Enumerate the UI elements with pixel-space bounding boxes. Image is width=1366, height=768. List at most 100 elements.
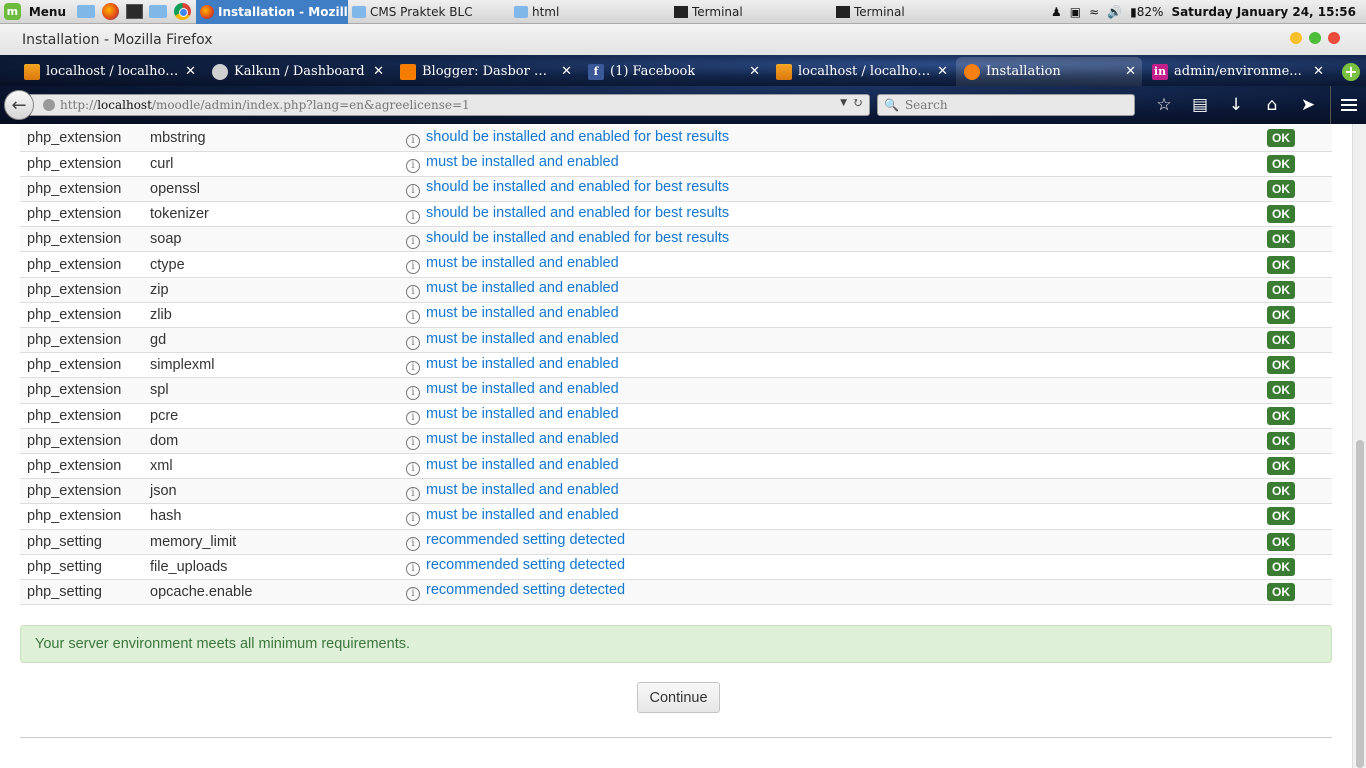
tab-phpmyadmin-1[interactable]: localhost / localhos... ✕ [16, 57, 202, 86]
check-message[interactable]: recommended setting detected [426, 532, 625, 548]
download-icon[interactable]: ↓ [1218, 94, 1254, 116]
status-badge: OK [1267, 406, 1295, 425]
close-tab-icon[interactable]: ✕ [185, 64, 196, 79]
info-icon[interactable]: i [406, 209, 420, 224]
battery-indicator[interactable]: ▮82% [1130, 5, 1163, 19]
files-launcher[interactable] [76, 3, 96, 21]
scrollbar-thumb[interactable] [1356, 440, 1364, 768]
check-message[interactable]: must be installed and enabled [426, 331, 619, 347]
info-icon[interactable]: i [406, 436, 420, 451]
clock[interactable]: Saturday January 24, 15:56 [1171, 5, 1356, 19]
check-message[interactable]: must be installed and enabled [426, 431, 619, 447]
network-manager-icon[interactable]: ▣ [1070, 5, 1081, 19]
check-name: memory_limit [150, 533, 237, 550]
check-name: opcache.enable [150, 583, 253, 600]
check-message[interactable]: should be installed and enabled for best… [426, 230, 729, 246]
tab-label: (1) Facebook [610, 64, 696, 79]
tab-installation[interactable]: Installation ✕ [956, 57, 1142, 86]
site-identity-icon[interactable] [43, 99, 55, 111]
info-icon[interactable]: i [406, 285, 420, 300]
minimize-button[interactable] [1290, 32, 1302, 44]
window-button-html[interactable]: html [510, 0, 670, 24]
search-bar[interactable]: 🔍 Search [877, 94, 1135, 116]
check-message[interactable]: must be installed and enabled [426, 406, 619, 422]
info-icon[interactable]: i [406, 562, 420, 577]
volume-icon[interactable]: 🔊 [1107, 5, 1122, 19]
info-icon[interactable]: i [406, 360, 420, 375]
reading-list-icon[interactable]: ▤ [1182, 94, 1218, 116]
check-type: php_extension [27, 231, 122, 248]
info-icon[interactable]: i [406, 159, 420, 174]
check-message[interactable]: must be installed and enabled [426, 305, 619, 321]
close-tab-icon[interactable]: ✕ [1125, 64, 1136, 79]
new-tab-button[interactable]: + [1342, 63, 1360, 81]
check-message[interactable]: must be installed and enabled [426, 507, 619, 523]
status-badge: OK [1267, 431, 1295, 450]
terminal-launcher[interactable] [124, 3, 144, 21]
check-message[interactable]: must be installed and enabled [426, 356, 619, 372]
info-icon[interactable]: i [406, 234, 420, 249]
check-message[interactable]: must be installed and enabled [426, 482, 619, 498]
tab-admin-environment[interactable]: in admin/environme... ✕ [1144, 57, 1330, 86]
close-tab-icon[interactable]: ✕ [561, 64, 572, 79]
check-message[interactable]: must be installed and enabled [426, 457, 619, 473]
table-row: php_extension ctype i must be installed and… [20, 252, 1332, 278]
tab-blogger[interactable]: Blogger: Dasbor Bl... ✕ [392, 57, 578, 86]
check-message-cell: i recommended setting detected [399, 554, 1260, 579]
user-icon[interactable]: ♟ [1051, 5, 1062, 19]
firefox-launcher[interactable] [100, 3, 120, 21]
info-icon[interactable]: i [406, 260, 420, 275]
info-icon[interactable]: i [406, 385, 420, 400]
check-message[interactable]: should be installed and enabled for best… [426, 205, 729, 221]
check-message[interactable]: must be installed and enabled [426, 154, 619, 170]
home-folder-launcher[interactable] [148, 3, 168, 21]
close-tab-icon[interactable]: ✕ [1313, 64, 1324, 79]
info-icon[interactable]: i [406, 411, 420, 426]
check-message[interactable]: should be installed and enabled for best… [426, 129, 729, 145]
info-icon[interactable]: i [406, 184, 420, 199]
continue-button[interactable]: Continue [637, 682, 720, 713]
check-message[interactable]: recommended setting detected [426, 582, 625, 598]
status-badge: OK [1267, 482, 1295, 501]
menu-hamburger-icon[interactable] [1330, 86, 1366, 124]
send-icon[interactable]: ➤ [1290, 94, 1326, 116]
info-icon[interactable]: i [406, 486, 420, 501]
url-bar[interactable]: http://localhost/moodle/admin/index.php?… [30, 94, 870, 116]
url-history-dropdown-icon[interactable]: ▼ [840, 98, 847, 108]
home-icon[interactable]: ⌂ [1254, 94, 1290, 116]
tab-facebook[interactable]: f (1) Facebook ✕ [580, 57, 766, 86]
close-window-button[interactable] [1328, 32, 1340, 44]
info-icon[interactable]: i [406, 335, 420, 350]
tab-phpmyadmin-2[interactable]: localhost / localhos... ✕ [768, 57, 954, 86]
check-message[interactable]: should be installed and enabled for best… [426, 179, 729, 195]
back-button[interactable]: ← [4, 90, 34, 120]
info-icon[interactable]: i [406, 310, 420, 325]
bookmark-star-icon[interactable]: ☆ [1146, 94, 1182, 116]
check-message[interactable]: must be installed and enabled [426, 280, 619, 296]
page-scrollbar[interactable] [1352, 124, 1366, 768]
chrome-launcher[interactable] [172, 3, 192, 21]
window-button-cms-praktek[interactable]: CMS Praktek BLC [348, 0, 510, 24]
close-tab-icon[interactable]: ✕ [749, 64, 760, 79]
info-icon[interactable]: i [406, 133, 420, 148]
info-icon[interactable]: i [406, 537, 420, 552]
close-tab-icon[interactable]: ✕ [373, 64, 384, 79]
close-tab-icon[interactable]: ✕ [937, 64, 948, 79]
wifi-icon[interactable]: ≈ [1089, 5, 1099, 19]
check-message[interactable]: must be installed and enabled [426, 381, 619, 397]
check-name: spl [150, 382, 169, 399]
maximize-button[interactable] [1309, 32, 1321, 44]
reload-icon[interactable]: ↻ [852, 96, 863, 111]
check-message[interactable]: must be installed and enabled [426, 255, 619, 271]
tab-kalkun[interactable]: Kalkun / Dashboard ✕ [204, 57, 390, 86]
info-icon[interactable]: i [406, 587, 420, 602]
start-menu-button[interactable]: m Menu [0, 0, 72, 24]
window-button-terminal-1[interactable]: Terminal [670, 0, 832, 24]
info-icon[interactable]: i [406, 511, 420, 526]
check-type: php_extension [27, 155, 122, 172]
window-button-firefox[interactable]: Installation - Mozilla... [196, 0, 348, 24]
info-icon[interactable]: i [406, 461, 420, 476]
check-message[interactable]: recommended setting detected [426, 557, 625, 573]
phpmyadmin-icon [24, 63, 40, 80]
window-button-terminal-2[interactable]: Terminal [832, 0, 992, 24]
